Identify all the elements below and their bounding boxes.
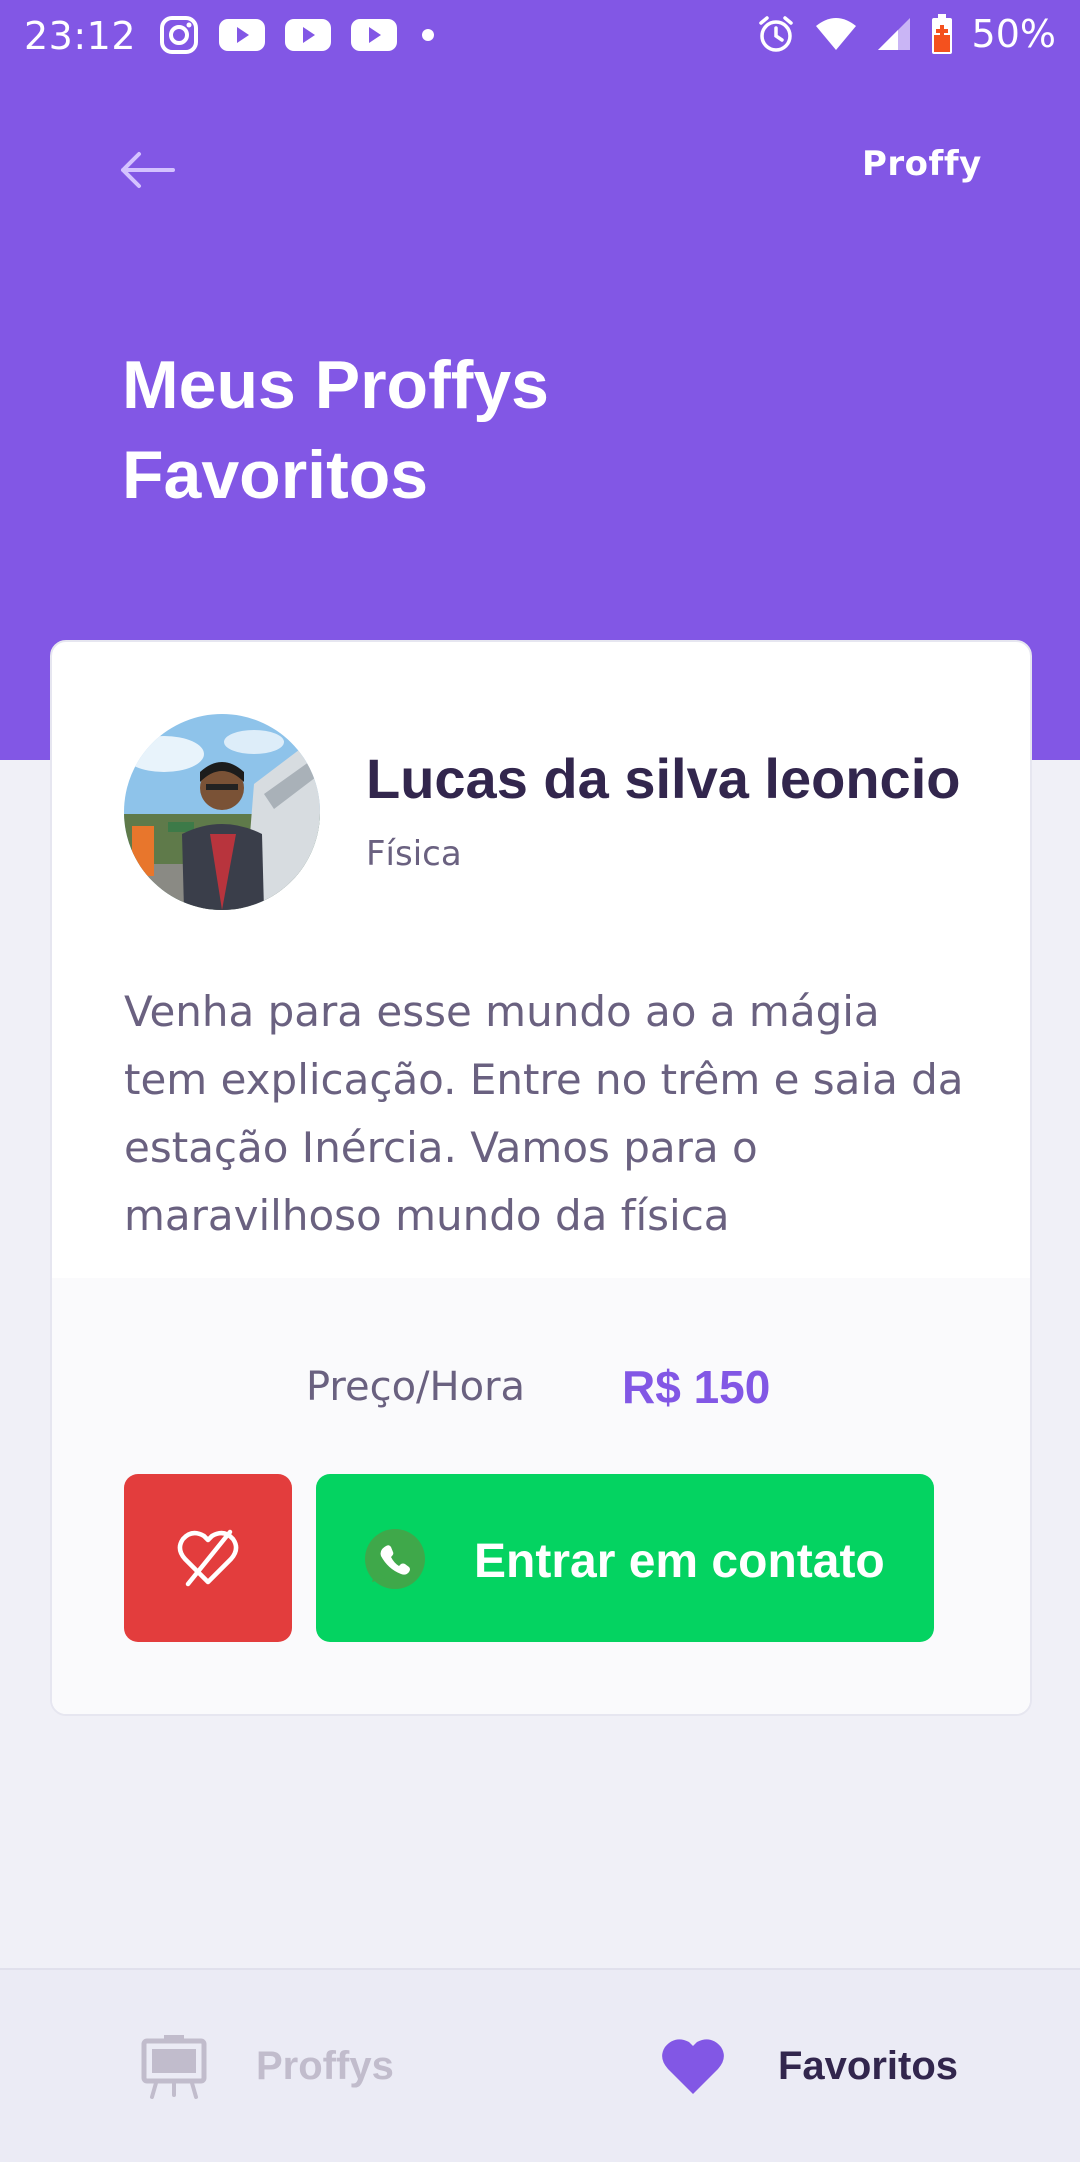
tab-proffys-label: Proffys xyxy=(256,2043,394,2088)
bottom-tab-bar: Proffys Favoritos xyxy=(0,1968,1080,2162)
battery-percentage: 50% xyxy=(971,12,1056,56)
page-title-line2: Favoritos xyxy=(122,437,429,513)
price-value: R$ 150 xyxy=(622,1361,771,1413)
status-time: 23:12 xyxy=(24,14,137,58)
arrow-left-icon xyxy=(121,152,175,188)
contact-button-label: Entrar em contato xyxy=(474,1535,885,1588)
avatar xyxy=(124,714,320,910)
teacher-name: Lucas da silva leoncio xyxy=(366,747,961,810)
signal-icon xyxy=(877,18,910,50)
status-bar: 23:12 50% xyxy=(0,0,1080,72)
notification-icons xyxy=(158,14,440,56)
easel-icon xyxy=(141,2035,207,2099)
teacher-bio: Venha para esse mundo ao a mágia tem exp… xyxy=(124,987,964,1240)
brand-logo: Proffy xyxy=(862,144,982,184)
heart-off-icon xyxy=(177,1529,239,1587)
teacher-card: Lucas da silva leoncio Física Venha para… xyxy=(50,640,1032,1716)
system-icons: 50% xyxy=(756,12,1056,56)
youtube-icon xyxy=(351,19,397,51)
unfavorite-button[interactable] xyxy=(124,1474,292,1642)
youtube-icon xyxy=(219,19,265,51)
contact-button[interactable]: Entrar em contato xyxy=(316,1474,934,1642)
tab-proffys[interactable]: Proffys xyxy=(140,1970,394,2162)
alarm-icon xyxy=(758,16,793,52)
price-label: Preço/Hora xyxy=(306,1364,526,1410)
instagram-icon xyxy=(160,16,198,54)
page-title: Meus Proffys Favoritos xyxy=(122,340,882,520)
battery-icon xyxy=(931,14,952,54)
tab-favoritos[interactable]: Favoritos xyxy=(660,1970,958,2162)
tab-favoritos-label: Favoritos xyxy=(778,2043,959,2088)
teacher-subject: Física xyxy=(366,834,462,874)
page-title-line1: Meus Proffys xyxy=(122,347,549,423)
dot-icon xyxy=(422,29,434,41)
whatsapp-icon xyxy=(365,1529,425,1589)
wifi-icon xyxy=(815,18,856,50)
youtube-icon xyxy=(285,19,331,51)
heart-icon xyxy=(662,2039,724,2094)
back-button[interactable] xyxy=(112,140,182,200)
